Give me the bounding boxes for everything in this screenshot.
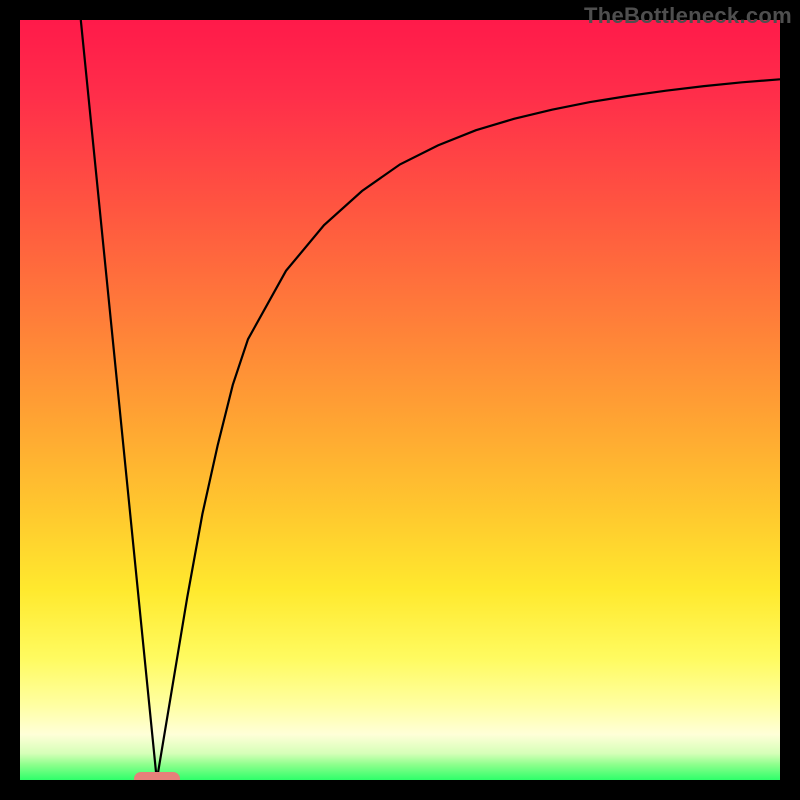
bottleneck-curve bbox=[20, 20, 780, 780]
optimal-point-marker bbox=[134, 772, 180, 780]
plot-area bbox=[20, 20, 780, 780]
chart-frame: TheBottleneck.com bbox=[0, 0, 800, 800]
watermark-text: TheBottleneck.com bbox=[584, 3, 792, 29]
bottleneck-curve-path bbox=[81, 20, 780, 780]
